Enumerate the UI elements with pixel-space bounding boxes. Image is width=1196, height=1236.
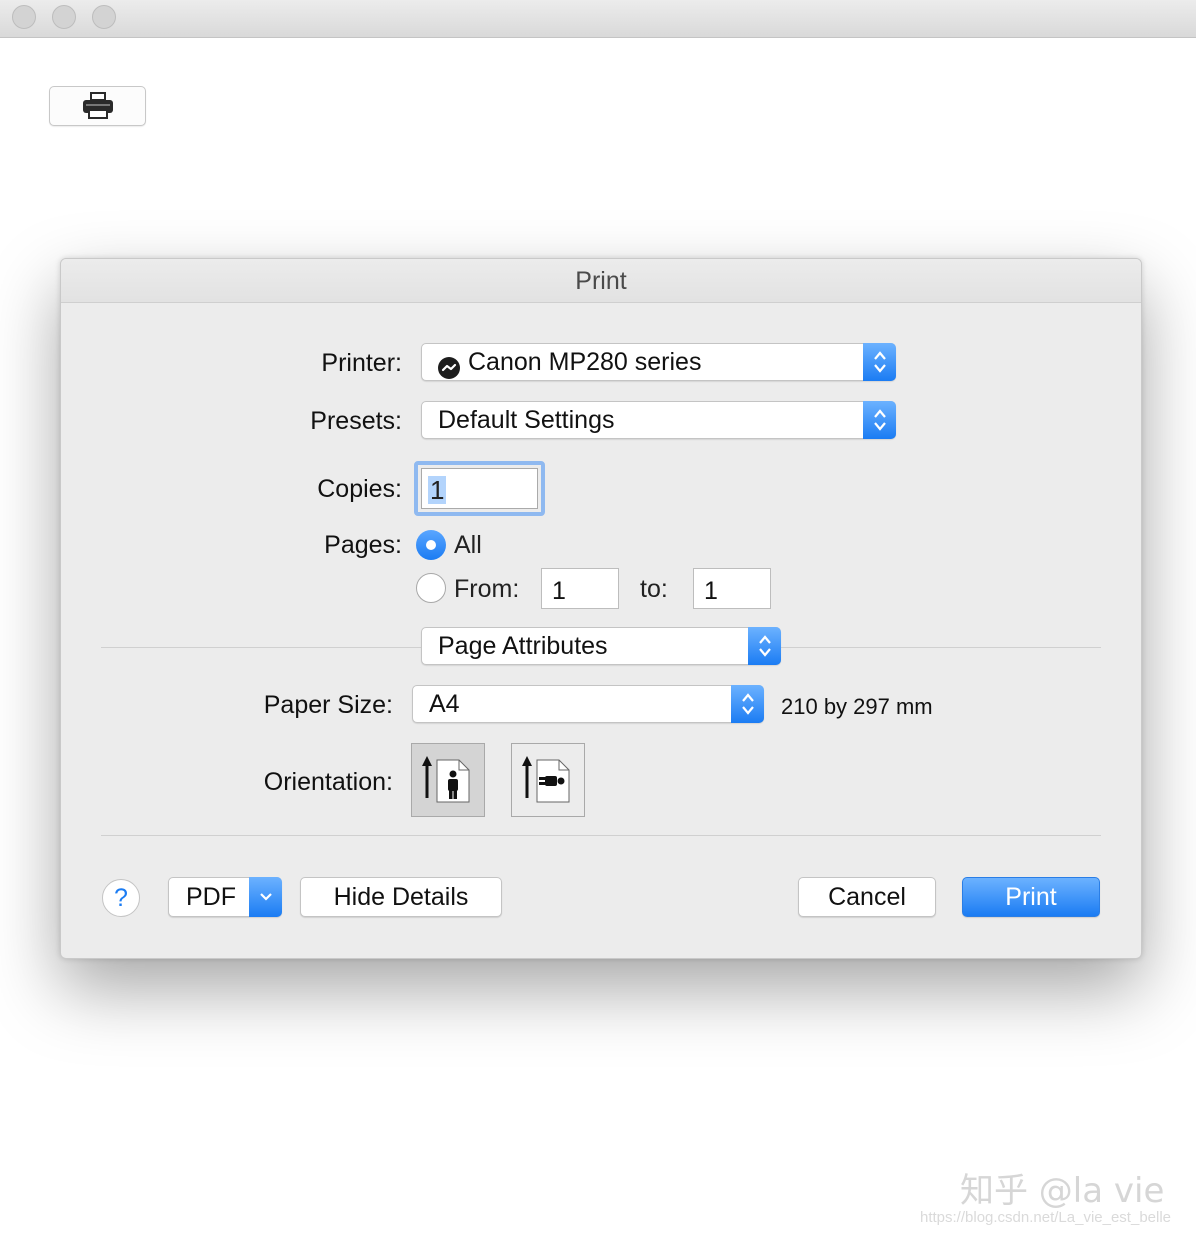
section-menu-value: Page Attributes (438, 632, 608, 660)
hide-details-button[interactable]: Hide Details (300, 877, 502, 917)
copies-field[interactable]: 1 (421, 468, 538, 509)
copies-focus-ring: 1 (414, 461, 545, 516)
window-titlebar (0, 0, 1196, 38)
watermark-text: 知乎 @la vie (960, 1171, 1165, 1211)
presets-value: Default Settings (438, 406, 615, 434)
pages-all-label: All (454, 531, 482, 559)
pdf-menu-button[interactable]: PDF (168, 877, 282, 917)
pages-from-label: From: (454, 575, 520, 603)
printer-popup[interactable]: Canon MP280 series (421, 343, 896, 381)
presets-label: Presets: (310, 407, 402, 435)
footer-separator (101, 835, 1101, 836)
pages-all-radio[interactable] (416, 530, 446, 560)
paper-dimensions: 210 by 297 mm (781, 694, 933, 719)
pdf-button-label: PDF (186, 883, 236, 911)
landscape-orientation-icon (522, 756, 570, 803)
cancel-button[interactable]: Cancel (798, 877, 936, 917)
paper-size-value: A4 (429, 690, 460, 718)
printer-icon (82, 92, 113, 119)
paper-size-popup[interactable]: A4 (412, 685, 764, 723)
stepper-arrows-icon (748, 627, 781, 665)
pages-to-field[interactable]: 1 (693, 568, 771, 609)
stepper-arrows-icon (863, 401, 896, 439)
printer-label: Printer: (321, 349, 402, 377)
paper-size-label: Paper Size: (263, 691, 393, 719)
portrait-orientation-icon (422, 756, 470, 803)
help-button[interactable]: ? (102, 879, 140, 917)
minimize-window-button[interactable] (52, 5, 76, 29)
watermark-url: https://blog.csdn.net/La_vie_est_belle (920, 1209, 1172, 1226)
section-menu-popup[interactable]: Page Attributes (421, 627, 781, 665)
dialog-title: Print (61, 259, 1141, 303)
pages-from-field[interactable]: 1 (541, 568, 619, 609)
presets-popup[interactable]: Default Settings (421, 401, 896, 439)
print-button[interactable]: Print (962, 877, 1100, 917)
orientation-label: Orientation: (263, 768, 393, 796)
printer-value: Canon MP280 series (468, 348, 702, 376)
close-window-button[interactable] (12, 5, 36, 29)
printer-status-icon (438, 353, 460, 390)
zoom-window-button[interactable] (92, 5, 116, 29)
landscape-orientation-button[interactable] (511, 743, 585, 817)
chevron-down-icon (249, 877, 282, 917)
pages-label: Pages: (324, 531, 402, 559)
toolbar-print-button[interactable] (49, 86, 146, 126)
copies-value: 1 (428, 475, 447, 505)
stepper-arrows-icon (731, 685, 764, 723)
portrait-orientation-button[interactable] (411, 743, 485, 817)
print-dialog: Print Printer: Canon MP280 series Preset… (60, 258, 1142, 959)
pages-from-radio[interactable] (416, 573, 446, 603)
copies-label: Copies: (317, 475, 402, 503)
stepper-arrows-icon (863, 343, 896, 381)
pages-to-label: to: (640, 575, 668, 603)
